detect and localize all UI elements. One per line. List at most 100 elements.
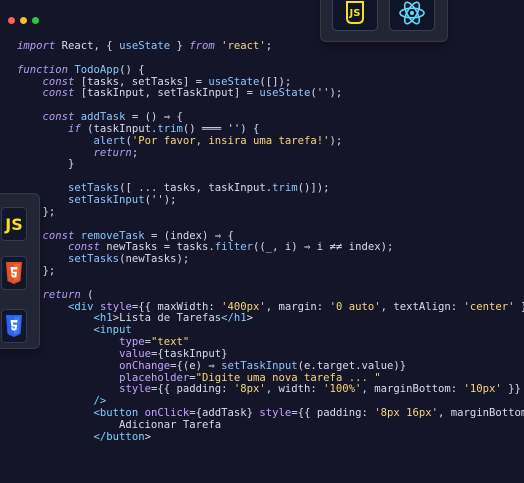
code-token: const (42, 111, 75, 124)
code-token: removeTask (80, 229, 145, 242)
code-token: (e.target.value)} (297, 359, 407, 372)
top-tech-icons: JS (320, 0, 448, 42)
minimize-dot[interactable] (20, 17, 27, 24)
code-token: setTasks (68, 182, 120, 195)
code-token: }} (501, 383, 521, 396)
code-token: /> (93, 395, 107, 408)
code-token: <button (93, 407, 139, 420)
code-line: setTasks(newTasks); (17, 253, 524, 266)
code-token: > (144, 430, 151, 443)
html5-icon (1, 256, 27, 290)
code-token: '0 auto' (329, 300, 381, 313)
code-token: "Digite uma nova tarefa ... " (195, 371, 381, 384)
code-token: const (42, 229, 75, 242)
code-token: = (index) ⇒ { (144, 229, 234, 242)
code-token: } (17, 158, 75, 171)
code-token: addTask (80, 111, 126, 124)
code-token: from (189, 40, 215, 52)
html5-icon (6, 262, 22, 284)
code-token: trim (272, 182, 298, 195)
code-token: 'center' (463, 300, 515, 313)
code-line: setTaskInput(''); (17, 193, 524, 207)
code-token: }}> (515, 301, 524, 313)
code-token: } (170, 40, 190, 52)
svg-text:JS: JS (349, 8, 361, 19)
code-token: const (42, 75, 75, 88)
code-line: }; (17, 206, 524, 219)
code-token: , marginBottom: (438, 407, 524, 420)
code-token: ; (131, 146, 139, 159)
code-token: trim (157, 122, 183, 135)
code-token: ([]); (259, 75, 292, 88)
code-token: ={(e) ⇒ (170, 359, 222, 372)
code-token: const (68, 241, 100, 254)
code-token: '8px 16px' (374, 407, 439, 420)
code-token: value (119, 347, 151, 360)
code-token: >Lista de Tarefas (112, 312, 222, 325)
code-token: '400px' (221, 300, 266, 313)
side-tech-icons: JS (0, 193, 40, 349)
code-editor-window: import React, { useState } from 'react';… (0, 0, 524, 483)
code-token: ={{ padding: (291, 407, 375, 420)
code-token: ={{ padding: (150, 383, 234, 396)
code-token: import (17, 40, 56, 52)
react-icon (399, 1, 425, 25)
code-token: = () ⇒ { (125, 111, 183, 124)
code-token: return (42, 288, 81, 301)
react-icon (389, 0, 435, 31)
code-token: <input (93, 324, 132, 337)
code-token: ={taskInput} (150, 347, 228, 360)
code-token: () ═══ '') { (182, 122, 260, 135)
code-token: ={addTask} (189, 407, 260, 420)
code-token: <h1 (93, 312, 113, 325)
code-token: '8px' (233, 383, 266, 396)
code-token: > (246, 312, 254, 325)
javascript-icon: JS (1, 207, 27, 241)
code-token: (''); (144, 193, 177, 206)
code-token: ()]); (297, 182, 330, 195)
code-token: useState (259, 87, 311, 100)
code-token: 'react' (221, 40, 266, 52)
code-token: function (17, 63, 69, 76)
code-token: Adicionar Tarefa (17, 419, 222, 431)
code-token: , width: (265, 383, 324, 396)
code-token: ((_, i) ⇒ i ≠≠ index); (253, 241, 394, 254)
code-token: 'Por favor, insira uma tarefa!' (131, 134, 330, 147)
code-line: } (17, 159, 524, 171)
code-token: , marginBottom: (361, 383, 464, 396)
code-token: alert (93, 134, 126, 147)
window-controls (8, 17, 39, 24)
code-token: ([ ... tasks, taskInput. (119, 182, 273, 195)
javascript-icon: JS (4, 215, 22, 234)
close-dot[interactable] (8, 17, 15, 24)
code-token: React, { (55, 40, 120, 52)
code-token: return (93, 146, 132, 159)
code-token: () { (119, 63, 145, 76)
css3-icon (1, 309, 27, 343)
code-token: ={{ maxWidth: (131, 300, 222, 313)
svg-text:JS: JS (4, 215, 22, 234)
code-token: filter (214, 241, 254, 254)
code-token: style (99, 300, 132, 313)
code-line: </button> (17, 430, 524, 444)
code-token: "text" (150, 336, 190, 349)
code-token: [tasks, setTasks] = (74, 75, 209, 88)
code-token: onClick (144, 407, 190, 420)
maximize-dot[interactable] (32, 17, 39, 24)
css3-icon (6, 315, 22, 337)
code-token: placeholder (119, 371, 190, 384)
code-token: style (259, 407, 292, 420)
code-token: newTasks = tasks. (99, 241, 215, 254)
code-token: const (42, 87, 75, 100)
